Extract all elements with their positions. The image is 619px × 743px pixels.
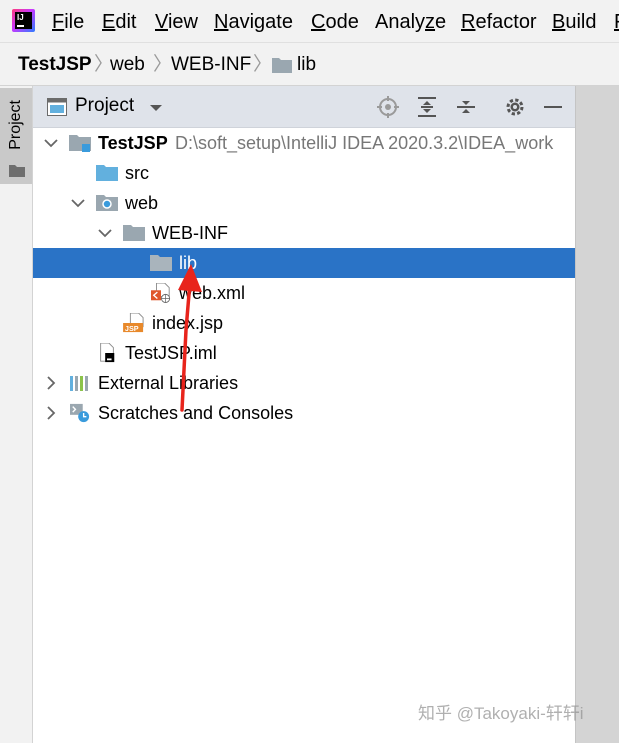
folder-icon xyxy=(9,165,25,177)
intellij-logo-icon: IJ xyxy=(12,9,35,32)
chevron-down-icon[interactable] xyxy=(149,104,163,112)
module-folder-icon xyxy=(69,135,91,152)
source-folder-icon xyxy=(96,165,118,181)
tree-label: TestJSP xyxy=(98,133,168,153)
breadcrumb-separator: 〉 xyxy=(253,54,273,75)
menu-code[interactable]: Code xyxy=(311,10,359,34)
tree-label: web.xml xyxy=(179,283,246,303)
iml-file-icon xyxy=(100,343,115,363)
project-view-icon xyxy=(47,98,67,116)
folder-icon xyxy=(150,255,172,271)
project-tool-tab-label: Project xyxy=(7,100,24,150)
locate-icon[interactable] xyxy=(377,96,399,118)
scratches-icon xyxy=(70,403,90,423)
tree-item-web-inf[interactable]: WEB-INF xyxy=(33,218,575,248)
tree-item-scratches[interactable]: Scratches and Consoles xyxy=(33,398,575,428)
xml-file-icon xyxy=(151,283,171,303)
panel-title[interactable]: Project xyxy=(75,95,134,117)
project-panel-header: Project xyxy=(33,86,575,128)
expand-all-icon[interactable] xyxy=(416,96,438,118)
tree-item-lib[interactable]: lib xyxy=(33,248,575,278)
minimize-icon[interactable] xyxy=(542,96,564,118)
breadcrumb-project[interactable]: TestJSP xyxy=(18,54,92,76)
library-icon xyxy=(70,376,88,391)
breadcrumb-lib[interactable]: lib xyxy=(297,54,316,76)
tree-label: WEB-INF xyxy=(152,223,228,243)
tree-path: D:\soft_setup\IntelliJ IDEA 2020.3.2\IDE… xyxy=(175,133,554,153)
tree-item-web-xml[interactable]: web.xml xyxy=(33,278,575,308)
chevron-down-icon[interactable] xyxy=(70,195,86,211)
editor-area xyxy=(575,86,619,743)
gear-icon[interactable] xyxy=(504,96,526,118)
left-tool-strip: Project xyxy=(0,86,33,743)
breadcrumb-web-inf[interactable]: WEB-INF xyxy=(171,54,251,76)
breadcrumb: TestJSP 〉 web 〉 WEB-INF 〉 lib xyxy=(0,42,619,86)
tree-label: web xyxy=(125,193,159,213)
jsp-file-icon: JSP xyxy=(123,313,144,333)
chevron-down-icon[interactable] xyxy=(97,225,113,241)
menu-analyze[interactable]: Analyze xyxy=(375,10,446,34)
tree-item-testjsp-iml[interactable]: TestJSP.iml xyxy=(33,338,575,368)
tree-item-web[interactable]: web xyxy=(33,188,575,218)
tree-label: src xyxy=(125,163,149,183)
menu-bar: IJ File Edit View Navigate Code Analyze … xyxy=(0,0,619,42)
menu-view[interactable]: View xyxy=(155,10,198,34)
menu-edit[interactable]: Edit xyxy=(102,10,136,34)
watermark: 知乎 @Takoyaki-轩轩i xyxy=(418,704,584,723)
web-folder-icon xyxy=(96,195,118,211)
collapse-all-icon[interactable] xyxy=(455,96,477,118)
folder-icon xyxy=(272,58,292,73)
tree-item-src[interactable]: src xyxy=(33,158,575,188)
tree-label: index.jsp xyxy=(152,313,224,333)
tree-item-index-jsp[interactable]: JSP index.jsp xyxy=(33,308,575,338)
menu-build[interactable]: Build xyxy=(552,10,596,34)
tree-label: Scratches and Consoles xyxy=(98,403,294,423)
menu-truncated[interactable]: F xyxy=(614,10,619,34)
menu-refactor[interactable]: Refactor xyxy=(461,10,537,34)
breadcrumb-separator: 〉 xyxy=(153,54,173,75)
menu-navigate[interactable]: Navigate xyxy=(214,10,293,34)
tree-label: TestJSP.iml xyxy=(125,343,217,363)
chevron-right-icon[interactable] xyxy=(43,405,59,421)
tree-label: lib xyxy=(179,253,198,273)
svg-text:JSP: JSP xyxy=(125,324,139,333)
project-tree: TestJSP D:\soft_setup\IntelliJ IDEA 2020… xyxy=(33,128,575,743)
chevron-down-icon[interactable] xyxy=(43,135,59,151)
tree-item-external-libraries[interactable]: External Libraries xyxy=(33,368,575,398)
menu-file[interactable]: File xyxy=(52,10,84,34)
chevron-right-icon[interactable] xyxy=(43,375,59,391)
tree-label: External Libraries xyxy=(98,373,239,393)
project-tool-tab[interactable]: Project xyxy=(0,88,32,184)
breadcrumb-web[interactable]: web xyxy=(110,54,145,76)
folder-icon xyxy=(123,225,145,241)
tree-item-testjsp[interactable]: TestJSP D:\soft_setup\IntelliJ IDEA 2020… xyxy=(33,128,575,158)
